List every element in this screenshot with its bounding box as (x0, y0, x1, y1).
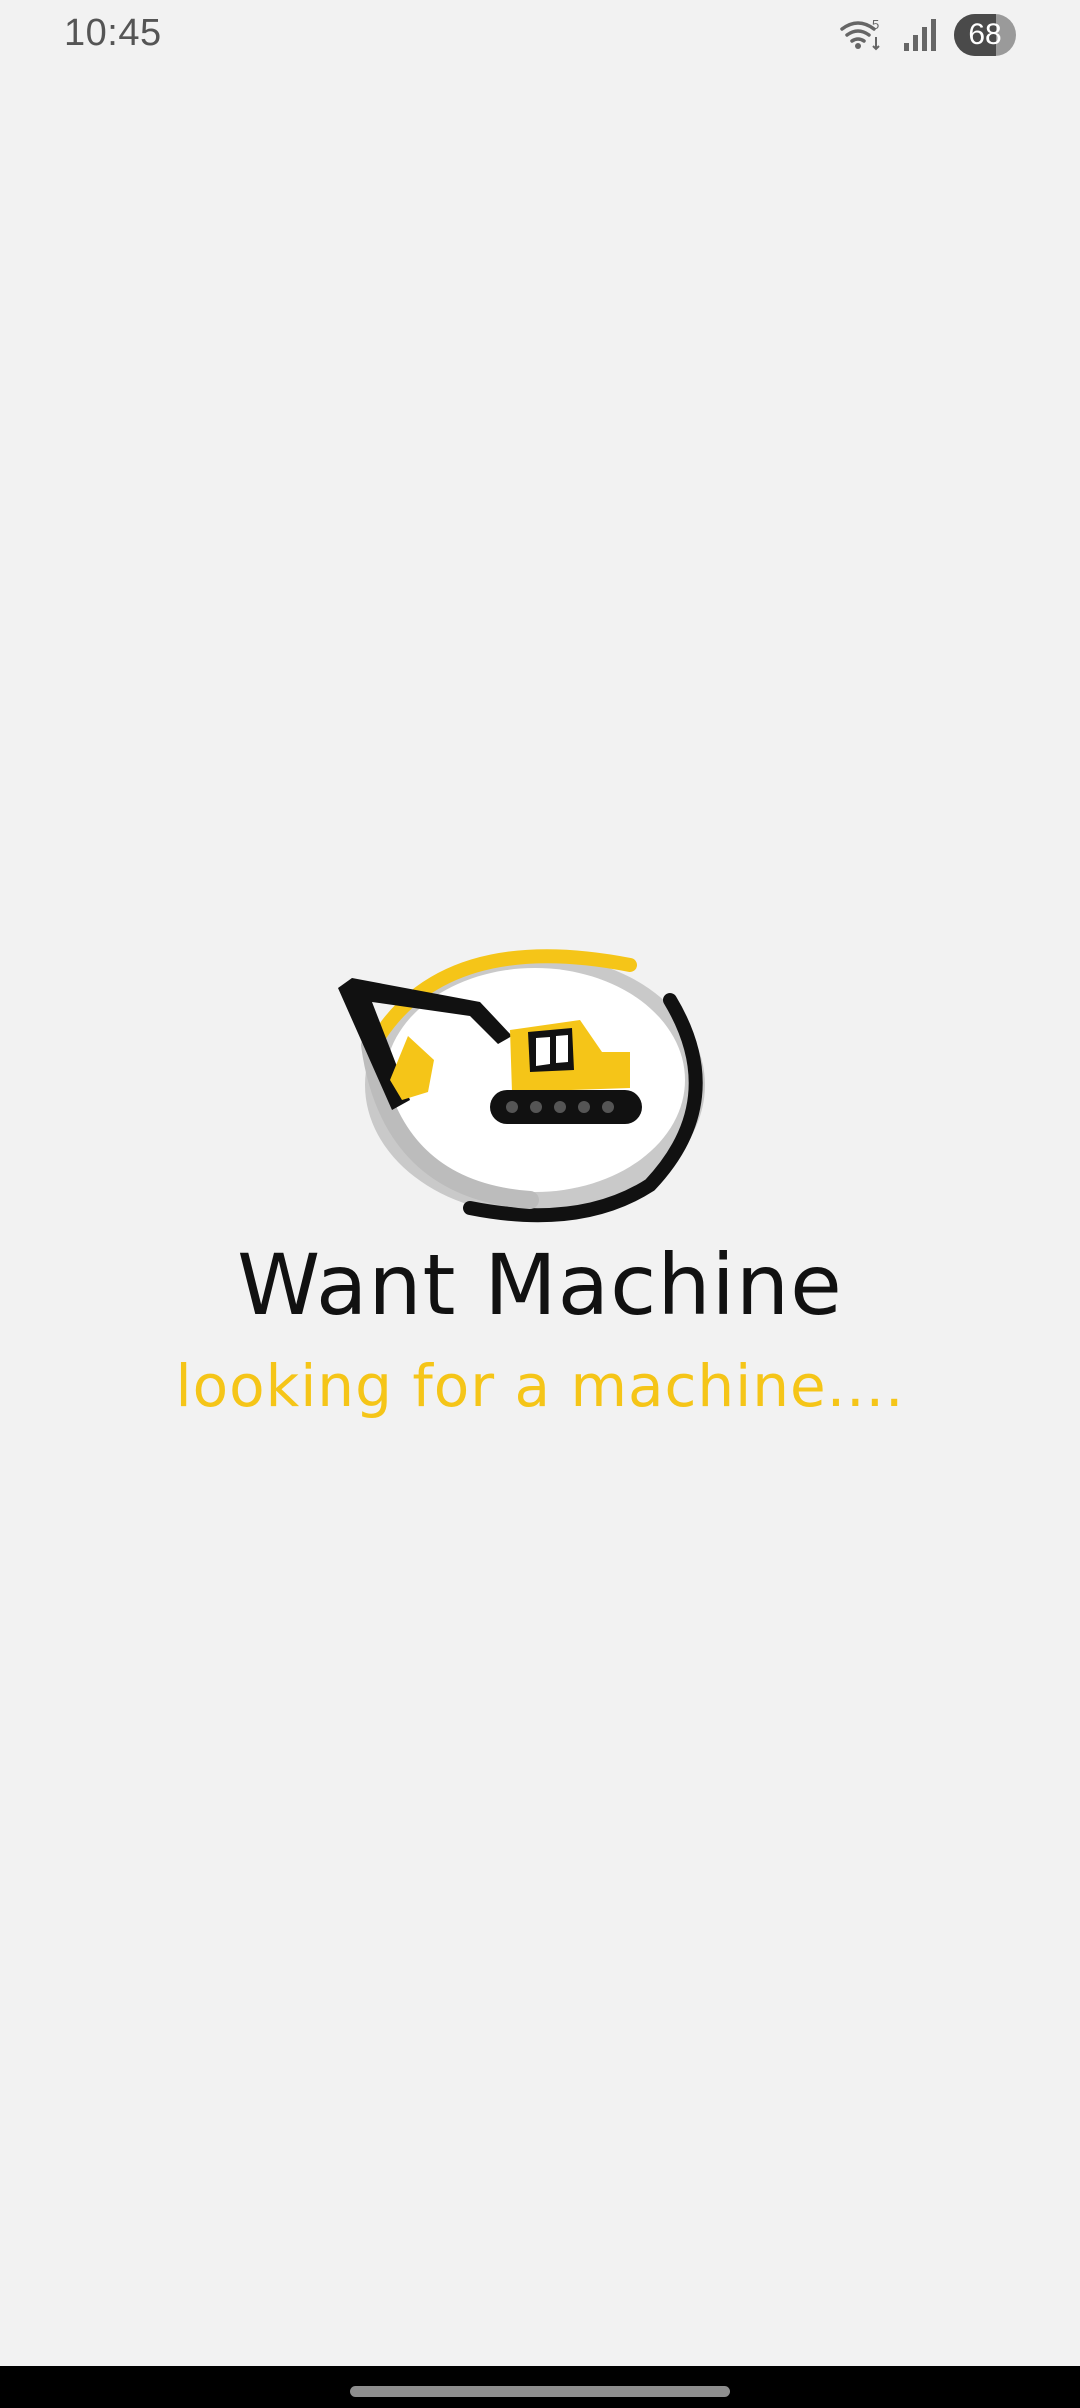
battery-level: 68 (968, 18, 1002, 51)
wifi-badge: 5 (872, 17, 879, 32)
excavator-logo-icon (338, 949, 705, 1223)
battery-icon: 68 (954, 14, 1016, 56)
wifi-icon: 5 (840, 17, 880, 51)
navigation-bar (0, 2366, 1080, 2408)
status-icons: 5 68 (838, 12, 1016, 58)
status-time: 10:45 (64, 12, 162, 54)
splash-screen: Want Machine looking for a machine.... (0, 940, 1080, 1420)
status-bar: 10:45 5 68 (0, 0, 1080, 72)
app-name: Want Machine (237, 1236, 843, 1334)
home-gesture-handle[interactable] (350, 2386, 730, 2397)
signal-icon (904, 19, 936, 51)
app-tagline: looking for a machine.... (175, 1352, 905, 1420)
